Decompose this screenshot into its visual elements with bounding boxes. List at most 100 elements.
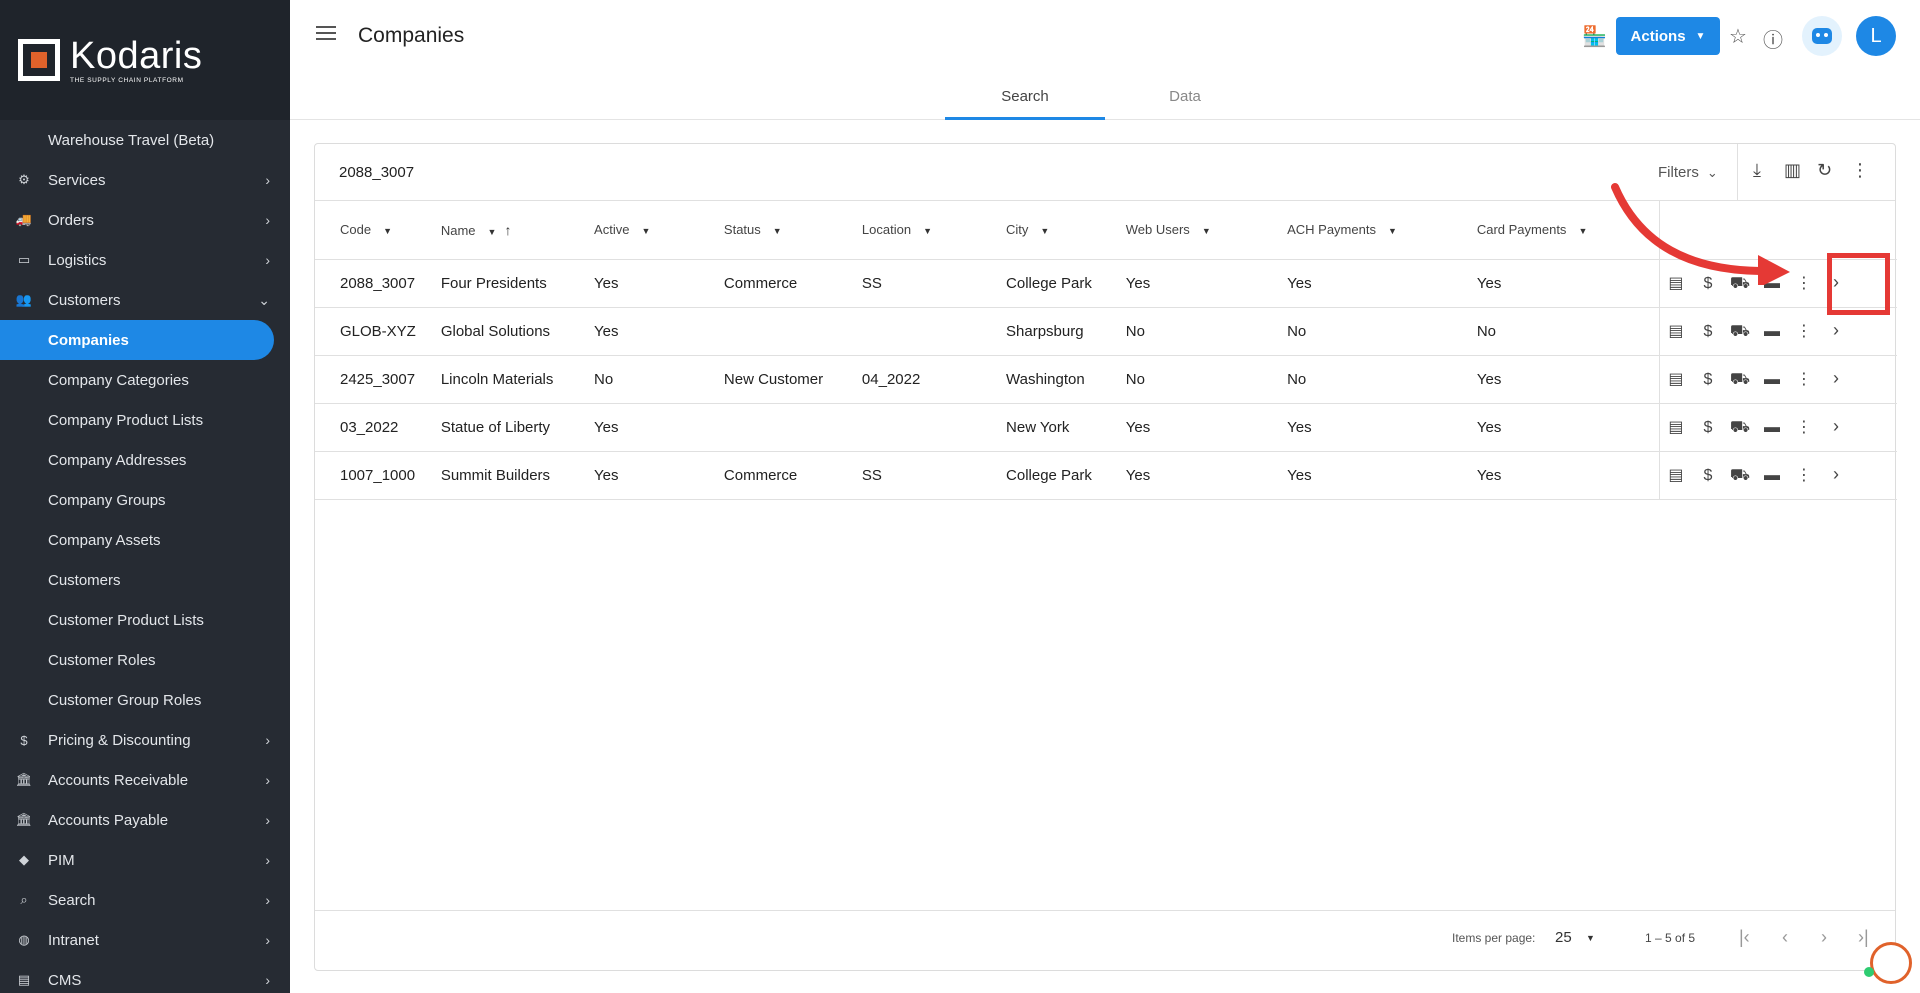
- caret-down-icon[interactable]: ▼: [923, 226, 932, 236]
- sidebar-item-company-assets[interactable]: Company Assets: [0, 520, 290, 560]
- previous-page-icon[interactable]: ‹: [1782, 927, 1788, 948]
- caret-down-icon[interactable]: ▼: [773, 226, 782, 236]
- globe-icon: ◍: [18, 932, 30, 947]
- sidebar-item-warehouse-travel[interactable]: Warehouse Travel (Beta): [0, 120, 290, 160]
- column-header-active[interactable]: Active ▼: [594, 201, 724, 260]
- actions-label: Actions: [1630, 27, 1686, 45]
- caret-down-icon[interactable]: ▼: [383, 226, 392, 236]
- add-store-icon[interactable]: 🏪: [1582, 24, 1607, 49]
- comment-icon[interactable]: ▬: [1756, 323, 1788, 341]
- column-header-web-users[interactable]: Web Users ▼: [1125, 201, 1288, 260]
- more-vert-icon[interactable]: ⋮: [1788, 465, 1820, 485]
- caret-down-icon[interactable]: ▼: [1388, 226, 1397, 236]
- cell-city: Washington: [1006, 355, 1126, 404]
- sidebar-item-orders[interactable]: 🚚 Orders ›: [0, 200, 290, 240]
- add-payment-icon[interactable]: $: [1692, 467, 1724, 485]
- sidebar-item-company-addresses[interactable]: Company Addresses: [0, 440, 290, 480]
- chevron-right-icon[interactable]: ›: [1820, 464, 1852, 485]
- sidebar-item-pricing[interactable]: $ Pricing & Discounting ›: [0, 720, 290, 760]
- column-header-location[interactable]: Location ▼: [861, 201, 1007, 260]
- table-row[interactable]: 1007_1000 Summit Builders Yes Commerce S…: [315, 451, 1897, 500]
- column-header-status[interactable]: Status ▼: [723, 201, 862, 260]
- actions-button[interactable]: Actions ▼: [1616, 17, 1720, 55]
- assistant-bot-button[interactable]: [1802, 16, 1842, 56]
- chevron-right-icon[interactable]: ›: [1820, 416, 1852, 437]
- add-payment-icon[interactable]: $: [1692, 323, 1724, 341]
- column-header-name[interactable]: Name ▼ ↑: [440, 201, 595, 260]
- sidebar-item-customer-product-lists[interactable]: Customer Product Lists: [0, 600, 290, 640]
- sidebar-item-label: Customer Roles: [48, 651, 156, 669]
- caret-down-icon[interactable]: ▼: [1040, 226, 1049, 236]
- add-note-icon[interactable]: ▤: [1660, 321, 1692, 341]
- last-page-icon[interactable]: ›|: [1858, 927, 1869, 948]
- comment-icon[interactable]: ▬: [1756, 371, 1788, 389]
- sidebar-item-logistics[interactable]: ▭ Logistics ›: [0, 240, 290, 280]
- sidebar-item-customer-group-roles[interactable]: Customer Group Roles: [0, 680, 290, 720]
- items-per-page-select[interactable]: 25: [1555, 929, 1572, 946]
- sidebar-item-customers[interactable]: 👥 Customers ⌄: [0, 280, 290, 320]
- sidebar-item-label: Pricing & Discounting: [48, 731, 191, 749]
- more-vert-icon[interactable]: ⋮: [1851, 160, 1869, 181]
- chevron-right-icon[interactable]: ›: [1820, 368, 1852, 389]
- comment-icon[interactable]: ▬: [1756, 467, 1788, 485]
- column-header-code[interactable]: Code ▼: [315, 201, 441, 260]
- column-header-city[interactable]: City ▼: [1006, 201, 1126, 260]
- more-vert-icon[interactable]: ⋮: [1788, 417, 1820, 437]
- caret-down-icon[interactable]: ▼: [641, 226, 650, 236]
- table-row[interactable]: 03_2022 Statue of Liberty Yes New York Y…: [315, 403, 1897, 452]
- first-page-icon[interactable]: |‹: [1739, 927, 1750, 948]
- sidebar-item-pim[interactable]: ◆ PIM ›: [0, 840, 290, 880]
- chevron-right-icon[interactable]: ›: [1820, 320, 1852, 341]
- sidebar-item-companies[interactable]: Companies: [0, 320, 274, 360]
- cell-city: College Park: [1006, 451, 1126, 500]
- page-range: 1 – 5 of 5: [1645, 931, 1696, 945]
- sidebar-item-cms[interactable]: ▤ CMS ›: [0, 960, 290, 993]
- sort-ascending-icon[interactable]: ↑: [504, 222, 511, 238]
- shipping-icon[interactable]: ⛟: [1724, 322, 1756, 342]
- chat-support-icon[interactable]: [1870, 942, 1912, 984]
- next-page-icon[interactable]: ›: [1821, 927, 1827, 948]
- cell-active: Yes: [594, 451, 724, 500]
- sidebar-item-intranet[interactable]: ◍ Intranet ›: [0, 920, 290, 960]
- table-row[interactable]: GLOB-XYZ Global Solutions Yes Sharpsburg…: [315, 307, 1897, 356]
- cell-name: Statue of Liberty: [440, 403, 595, 452]
- sidebar-item-services[interactable]: ⚙ Services ›: [0, 160, 290, 200]
- shipping-icon[interactable]: ⛟: [1724, 466, 1756, 486]
- shipping-icon[interactable]: ⛟: [1724, 370, 1756, 390]
- more-vert-icon[interactable]: ⋮: [1788, 369, 1820, 389]
- sidebar-item-accounts-receivable[interactable]: 🏛 Accounts Receivable ›: [0, 760, 290, 800]
- caret-down-icon[interactable]: ▼: [488, 227, 497, 237]
- caret-down-icon[interactable]: ▼: [1586, 933, 1595, 943]
- sidebar-item-company-product-lists[interactable]: Company Product Lists: [0, 400, 290, 440]
- sidebar-item-label: Customers: [48, 571, 121, 589]
- column-header-ach-payments[interactable]: ACH Payments ▼: [1287, 201, 1477, 260]
- cell-web-users: No: [1125, 307, 1288, 356]
- add-note-icon[interactable]: ▤: [1660, 465, 1692, 485]
- sidebar-item-company-categories[interactable]: Company Categories: [0, 360, 290, 400]
- caret-down-icon[interactable]: ▼: [1202, 226, 1211, 236]
- caret-down-icon[interactable]: ▼: [1578, 226, 1587, 236]
- sidebar-item-customer-roles[interactable]: Customer Roles: [0, 640, 290, 680]
- sidebar-item-customers-sub[interactable]: Customers: [0, 560, 290, 600]
- add-note-icon[interactable]: ▤: [1660, 417, 1692, 437]
- avatar[interactable]: L: [1856, 16, 1896, 56]
- sidebar-item-accounts-payable[interactable]: 🏛 Accounts Payable ›: [0, 800, 290, 840]
- sidebar-item-search[interactable]: ⌕ Search ›: [0, 880, 290, 920]
- tab-data[interactable]: Data: [1105, 78, 1265, 120]
- search-input[interactable]: 2088_3007: [339, 164, 414, 181]
- sidebar-item-company-groups[interactable]: Company Groups: [0, 480, 290, 520]
- refresh-icon[interactable]: ↻: [1817, 160, 1832, 181]
- comment-icon[interactable]: ▬: [1756, 419, 1788, 437]
- more-vert-icon[interactable]: ⋮: [1788, 321, 1820, 341]
- add-payment-icon[interactable]: $: [1692, 371, 1724, 389]
- tab-search[interactable]: Search: [945, 78, 1105, 120]
- table-row[interactable]: 2425_3007 Lincoln Materials No New Custo…: [315, 355, 1897, 404]
- help-icon[interactable]: ⓘ: [1763, 24, 1783, 53]
- add-note-icon[interactable]: ▤: [1660, 369, 1692, 389]
- logo[interactable]: Kodaris THE SUPPLY CHAIN PLATFORM: [0, 0, 290, 120]
- menu-icon[interactable]: [316, 26, 336, 44]
- shipping-icon[interactable]: ⛟: [1724, 418, 1756, 438]
- add-payment-icon[interactable]: $: [1692, 419, 1724, 437]
- cell-city: Sharpsburg: [1006, 307, 1126, 356]
- star-icon[interactable]: ☆: [1729, 24, 1747, 49]
